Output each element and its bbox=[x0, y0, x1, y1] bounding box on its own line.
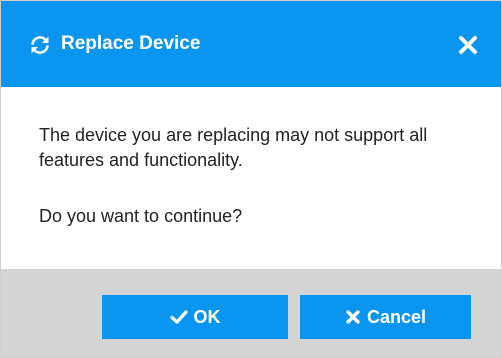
close-icon[interactable] bbox=[453, 30, 483, 60]
cancel-button-label: Cancel bbox=[366, 306, 427, 327]
replace-device-dialog: Replace Device The device you are replac… bbox=[0, 0, 502, 358]
check-icon bbox=[169, 310, 188, 324]
x-icon bbox=[346, 310, 360, 324]
dialog-titlebar: Replace Device bbox=[1, 1, 501, 87]
warning-message: The device you are replacing may not sup… bbox=[39, 125, 428, 170]
close-button[interactable] bbox=[453, 30, 483, 60]
dialog-footer: OK Cancel bbox=[1, 269, 501, 357]
cancel-button[interactable]: Cancel bbox=[300, 295, 471, 339]
ok-button-label: OK bbox=[193, 306, 221, 327]
dialog-body: The device you are replacing may not sup… bbox=[1, 87, 501, 269]
dialog-title: Replace Device bbox=[61, 33, 201, 54]
ok-button[interactable]: OK bbox=[102, 295, 288, 339]
refresh-icon bbox=[31, 36, 49, 54]
confirmation-question: Do you want to continue? bbox=[39, 206, 243, 226]
